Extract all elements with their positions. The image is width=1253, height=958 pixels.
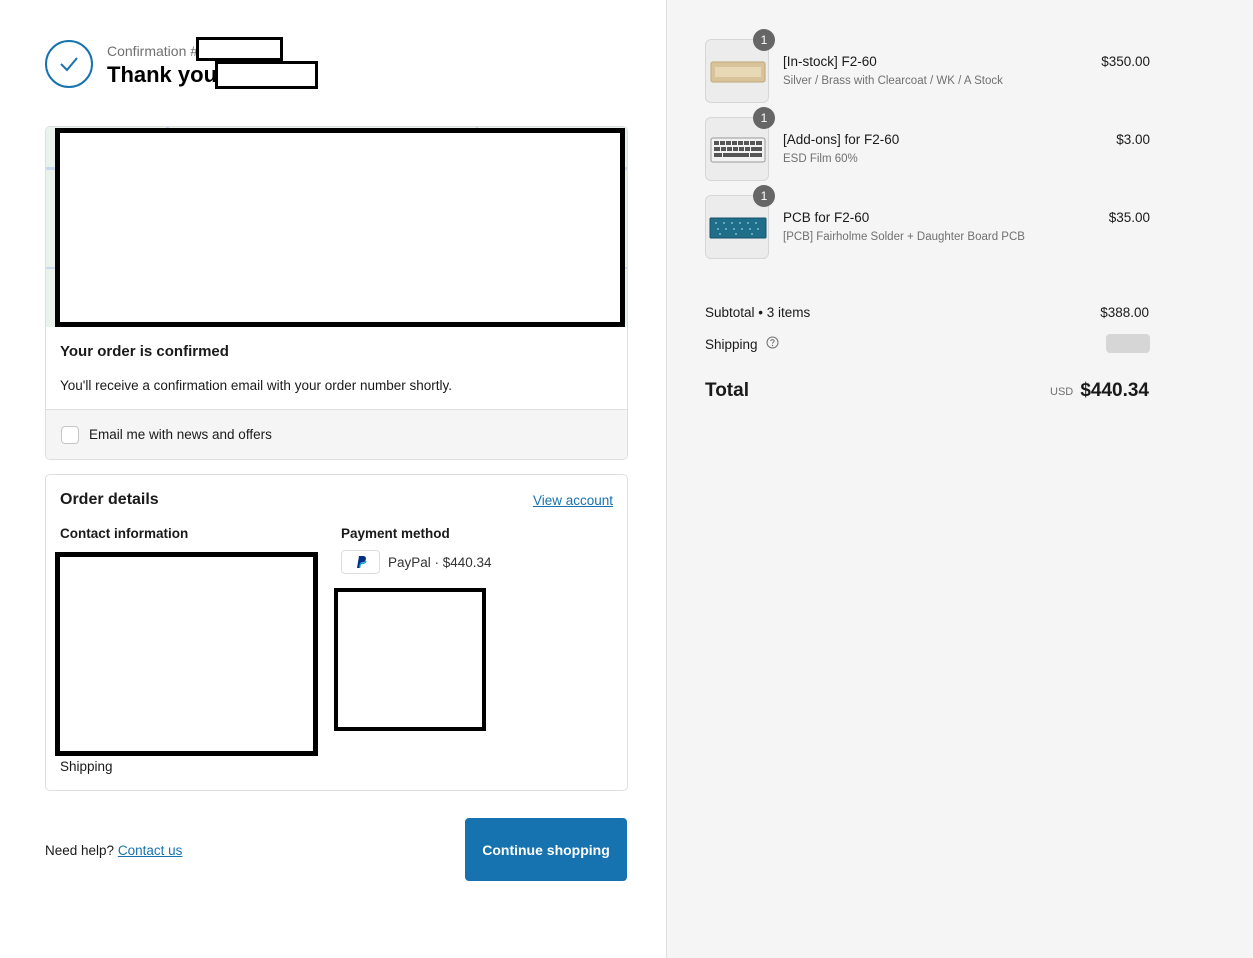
contact-us-link[interactable]: Contact us <box>118 843 183 858</box>
total-label: Total <box>705 380 749 401</box>
item-variant: Silver / Brass with Clearcoat / WK / A S… <box>783 75 1003 87</box>
help-circle-icon[interactable] <box>766 336 779 352</box>
item-variant: ESD Film 60% <box>783 153 858 165</box>
order-confirmed-title: Your order is confirmed <box>60 343 229 360</box>
need-help: Need help? Contact us <box>45 843 182 858</box>
shipping-cost-placeholder <box>1106 334 1150 353</box>
order-summary-sidebar: 1 [In-stock] F2-60 Silver / Brass with C… <box>666 0 1253 958</box>
shipping-cost-label: Shipping <box>705 337 758 352</box>
paypal-icon <box>341 550 380 574</box>
redacted-billing-address <box>334 588 486 731</box>
subtotal-value: $388.00 <box>1100 305 1149 320</box>
currency-code: USD <box>1050 386 1074 398</box>
newsletter-label[interactable]: Email me with news and offers <box>89 427 272 442</box>
item-name: PCB for F2-60 <box>783 210 870 225</box>
main-column: Confirmation # Thank you, Your order is … <box>0 0 666 958</box>
contact-information-label: Contact information <box>60 526 189 541</box>
newsletter-checkbox[interactable] <box>61 426 79 444</box>
need-help-text: Need help? <box>45 843 115 858</box>
newsletter-row: Email me with news and offers <box>46 409 627 459</box>
payment-method-value: PayPal · $440.34 <box>388 555 492 570</box>
item-name: [In-stock] F2-60 <box>783 54 877 69</box>
item-price: $3.00 <box>1116 132 1150 147</box>
item-variant: [PCB] Fairholme Solder + Daughter Board … <box>783 231 1025 243</box>
confirmation-number-label: Confirmation # <box>107 43 199 59</box>
order-details-title: Order details <box>60 491 159 508</box>
redacted-customer-name <box>215 61 318 89</box>
payment-method-label: Payment method <box>341 526 450 541</box>
shipping-row: Shipping <box>705 336 779 352</box>
thank-you-heading: Thank you, <box>107 62 224 87</box>
view-account-link[interactable]: View account <box>533 493 613 508</box>
quantity-badge: 1 <box>753 107 775 129</box>
subtotal-label: Subtotal • 3 items <box>705 305 811 320</box>
item-price: $350.00 <box>1101 54 1150 69</box>
item-price: $35.00 <box>1108 210 1150 225</box>
redacted-contact-information <box>55 552 318 756</box>
cart-line-item: 1 [Add-ons] for F2-60 ESD Film 60% $3.00 <box>705 107 1150 181</box>
redacted-confirmation-number <box>196 37 283 61</box>
quantity-badge: 1 <box>753 29 775 51</box>
continue-shopping-button[interactable]: Continue shopping <box>465 818 627 881</box>
quantity-badge: 1 <box>753 185 775 207</box>
redacted-map-region <box>55 128 625 327</box>
total-value: $440.34 <box>1080 380 1149 401</box>
cart-line-item: 1 PCB for F2-60 [PCB] Fairholme Solder +… <box>705 185 1150 259</box>
item-name: [Add-ons] for F2-60 <box>783 132 900 147</box>
cart-line-item: 1 [In-stock] F2-60 Silver / Brass with C… <box>705 29 1150 103</box>
check-circle-icon <box>45 40 93 88</box>
shipping-address-label: Shipping <box>60 759 113 774</box>
order-confirmed-message: You'll receive a confirmation email with… <box>60 378 453 393</box>
